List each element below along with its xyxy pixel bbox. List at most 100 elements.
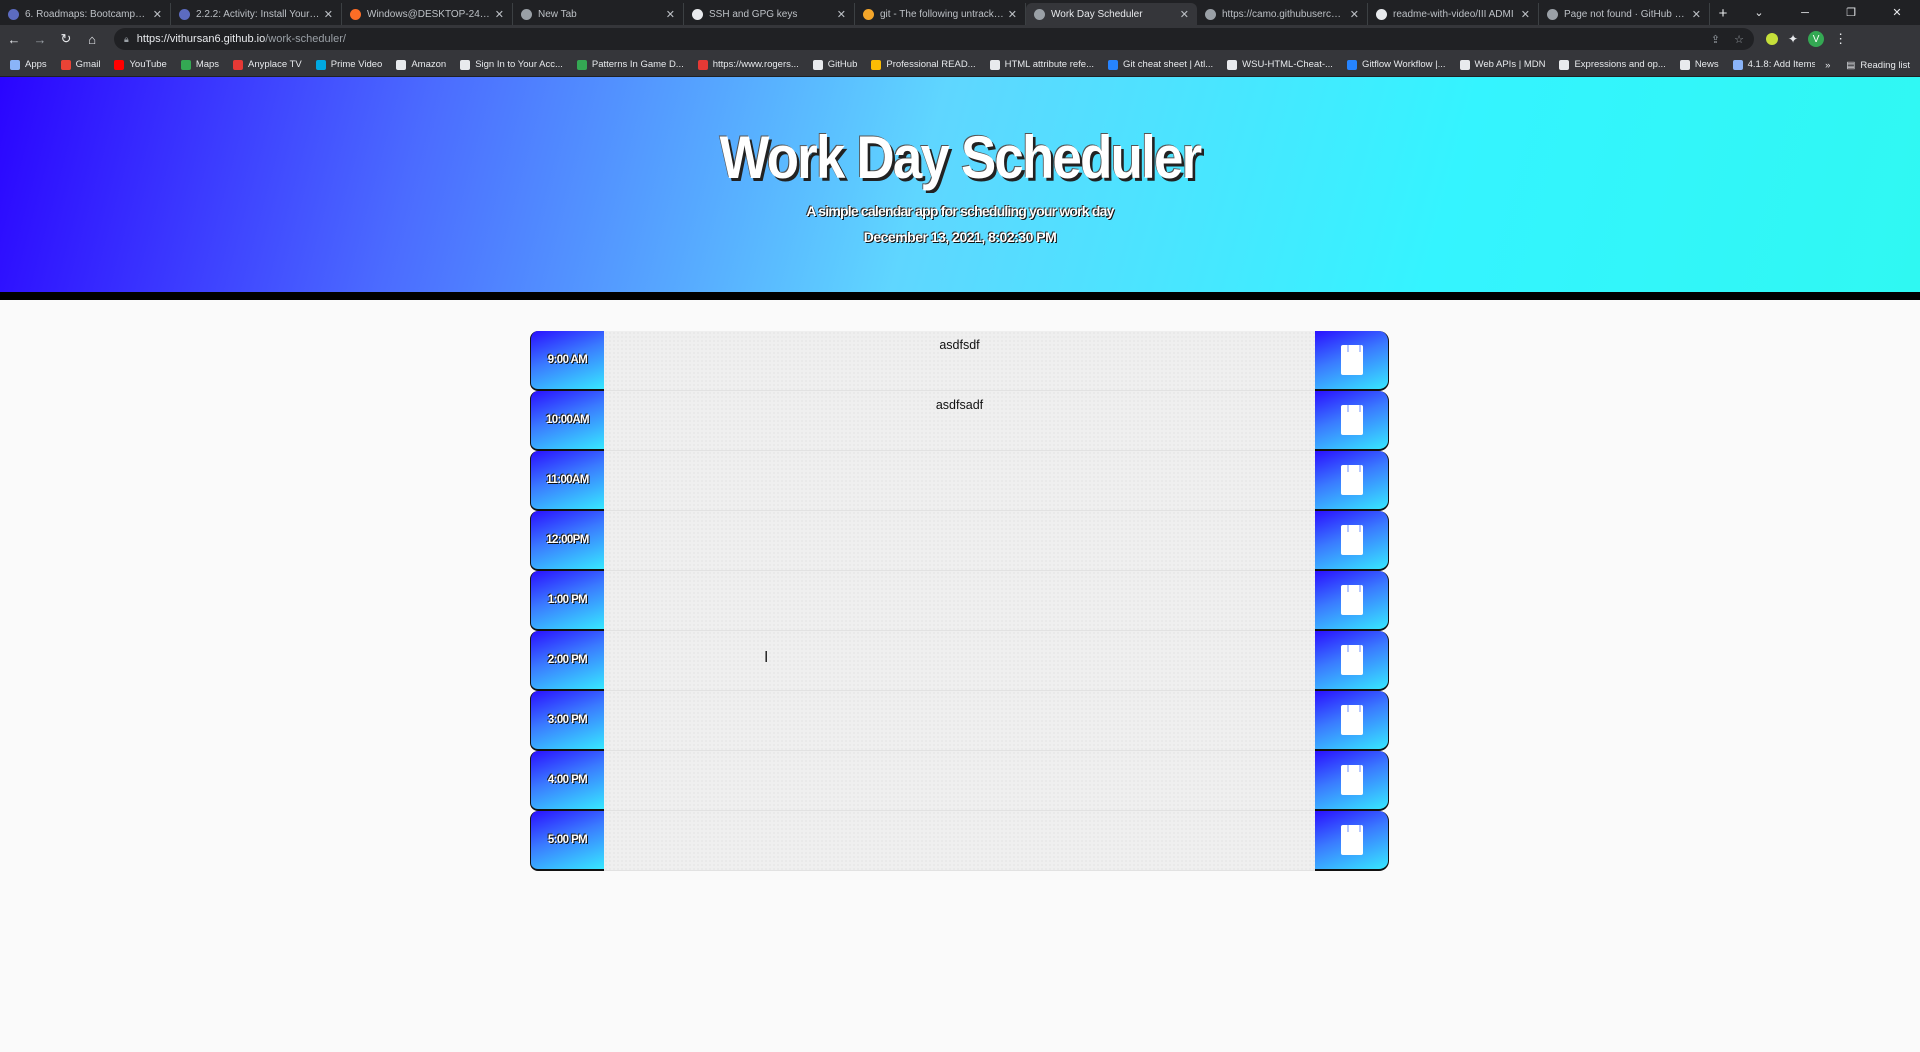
page-title: Work Day Scheduler: [719, 124, 1203, 191]
back-icon[interactable]: ←: [2, 27, 26, 51]
bookmark-item[interactable]: WSU-HTML-Cheat-...: [1227, 59, 1333, 70]
bookmark-item[interactable]: Gmail: [60, 59, 101, 70]
save-button[interactable]: [1315, 511, 1389, 571]
lock-icon[interactable]: 🔒︎: [124, 34, 129, 45]
bookmark-item[interactable]: HTML attribute refe...: [989, 59, 1094, 70]
reading-list-button[interactable]: ▤ Reading list: [1846, 60, 1910, 71]
bookmark-item[interactable]: Web APIs | MDN: [1459, 59, 1545, 70]
bookmark-item[interactable]: YouTube: [114, 59, 167, 70]
browser-tab[interactable]: Windows@DESKTOP-24KE14C ✕: [342, 3, 513, 25]
address-bar[interactable]: 🔒︎ https://vithursan6.github.io /work-sc…: [114, 28, 1754, 50]
tab-close-icon[interactable]: ✕: [1521, 8, 1530, 21]
profile-avatar[interactable]: V: [1808, 31, 1825, 47]
window-list-icon[interactable]: ⌄: [1736, 0, 1782, 25]
tab-favicon-icon: [1205, 8, 1216, 20]
event-textarea[interactable]: [604, 511, 1315, 571]
tab-favicon-icon: [179, 8, 190, 20]
browser-tab[interactable]: readme-with-video/III ADMI ✕: [1368, 3, 1539, 25]
browser-tab[interactable]: git - The following untracked ✕: [855, 3, 1026, 25]
event-textarea[interactable]: [604, 451, 1315, 511]
bookmark-item[interactable]: News: [1679, 59, 1719, 70]
bookmark-favicon-icon: [1108, 59, 1119, 70]
close-window-icon[interactable]: ✕: [1874, 0, 1920, 25]
reading-list-icon: ▤: [1846, 59, 1856, 71]
bookmark-item[interactable]: Anyplace TV: [233, 59, 302, 70]
bookmark-label: Git cheat sheet | Atl...: [1123, 59, 1214, 70]
bookmark-item[interactable]: Sign In to Your Acc...: [460, 59, 563, 70]
tab-favicon-icon: [350, 8, 361, 20]
bookmark-item[interactable]: GitHub: [812, 59, 857, 70]
browser-tab[interactable]: https://camo.githubusercontent ✕: [1197, 3, 1368, 25]
event-textarea[interactable]: [604, 631, 1315, 691]
save-icon: [1340, 765, 1363, 795]
tab-close-icon[interactable]: ✕: [1180, 8, 1189, 21]
bookmark-item[interactable]: Maps: [180, 59, 219, 70]
tab-close-icon[interactable]: ✕: [153, 8, 162, 21]
new-tab-button[interactable]: +: [1710, 3, 1736, 25]
tab-close-icon[interactable]: ✕: [1692, 8, 1701, 21]
hour-label: 9:00 AM: [530, 331, 604, 391]
save-button[interactable]: [1315, 631, 1389, 691]
browser-tab[interactable]: Page not found · GitHub Pages ✕: [1539, 3, 1710, 25]
tab-close-icon[interactable]: ✕: [324, 8, 333, 21]
extension-icon[interactable]: [1766, 33, 1778, 45]
tab-title: readme-with-video/III ADMI: [1393, 8, 1514, 20]
tab-title: https://camo.githubusercontent: [1222, 8, 1346, 20]
event-textarea[interactable]: [604, 691, 1315, 751]
tab-close-icon[interactable]: ✕: [1008, 8, 1017, 21]
save-button[interactable]: [1315, 691, 1389, 751]
save-button[interactable]: [1315, 331, 1389, 391]
tab-title: Work Day Scheduler: [1051, 8, 1143, 20]
save-button[interactable]: [1315, 811, 1389, 871]
bookmark-label: Amazon: [411, 59, 447, 70]
save-button[interactable]: [1315, 571, 1389, 631]
save-button[interactable]: [1315, 451, 1389, 511]
browser-tab[interactable]: 6. Roadmaps: Bootcamps | HOK ✕: [0, 3, 171, 25]
hour-label: 3:00 PM: [530, 691, 604, 751]
tab-close-icon[interactable]: ✕: [837, 8, 846, 21]
bookmark-favicon-icon: [871, 59, 882, 70]
bookmark-item[interactable]: https://www.rogers...: [697, 59, 799, 70]
home-icon[interactable]: ⌂: [80, 27, 104, 51]
bookmark-item[interactable]: Expressions and op...: [1559, 59, 1666, 70]
bookmark-item[interactable]: Gitflow Workflow |...: [1346, 59, 1446, 70]
bookmark-favicon-icon: [1227, 59, 1238, 70]
browser-tab[interactable]: 2.2.2: Activity: Install Your Tool ✕: [171, 3, 342, 25]
save-button[interactable]: [1315, 751, 1389, 811]
event-textarea[interactable]: asdfsadf: [604, 391, 1315, 451]
menu-kebab-icon[interactable]: ⋮: [1834, 31, 1847, 47]
share-icon[interactable]: ⇪: [1711, 33, 1720, 46]
bookmark-favicon-icon: [1459, 59, 1470, 70]
bookmark-item[interactable]: Professional READ...: [871, 59, 976, 70]
reload-icon[interactable]: ↻: [54, 27, 78, 51]
event-textarea[interactable]: [604, 751, 1315, 811]
event-textarea[interactable]: [604, 811, 1315, 871]
browser-tab[interactable]: SSH and GPG keys ✕: [684, 3, 855, 25]
hour-label: 2:00 PM: [530, 631, 604, 691]
event-textarea[interactable]: asdfsdf: [604, 331, 1315, 391]
save-icon: [1340, 465, 1363, 495]
bookmarks-overflow-button[interactable]: »: [1825, 60, 1830, 71]
save-button[interactable]: [1315, 391, 1389, 451]
browser-tab[interactable]: New Tab ✕: [513, 3, 684, 25]
tab-close-icon[interactable]: ✕: [1350, 8, 1359, 21]
bookmark-item[interactable]: Apps: [10, 59, 47, 70]
bookmark-item[interactable]: Patterns In Game D...: [576, 59, 684, 70]
event-textarea[interactable]: [604, 571, 1315, 631]
tab-favicon-icon: [863, 8, 874, 20]
bookmark-favicon-icon: [1559, 59, 1570, 70]
browser-tab[interactable]: Work Day Scheduler ✕: [1026, 3, 1197, 25]
save-icon: [1340, 405, 1363, 435]
bookmark-item[interactable]: Prime Video: [315, 59, 382, 70]
time-block-list: 9:00 AM asdfsdf 10:00AM asdfsadf 11:00AM 12:0…: [530, 331, 1389, 871]
bookmark-item[interactable]: Git cheat sheet | Atl...: [1108, 59, 1213, 70]
restore-icon[interactable]: ❐: [1828, 0, 1874, 25]
bookmark-label: Gmail: [75, 59, 101, 70]
tab-close-icon[interactable]: ✕: [666, 8, 675, 21]
forward-icon[interactable]: →: [28, 27, 52, 51]
bookmark-star-icon[interactable]: ☆: [1734, 33, 1744, 46]
minimize-icon[interactable]: ─: [1782, 0, 1828, 25]
extensions-puzzle-icon[interactable]: ✦: [1788, 32, 1798, 46]
tab-close-icon[interactable]: ✕: [495, 8, 504, 21]
bookmark-item[interactable]: Amazon: [396, 59, 446, 70]
